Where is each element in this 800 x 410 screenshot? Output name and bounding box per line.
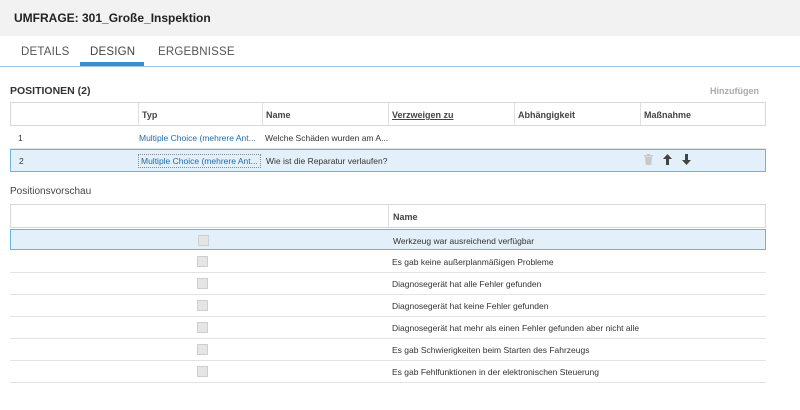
page-header: UMFRAGE: 301_Große_Inspektion: [0, 0, 800, 36]
list-item[interactable]: Diagnosegerät hat alle Fehler gefunden: [10, 273, 766, 295]
preview-table: Name Werkzeug war ausreichend verfügbar …: [10, 204, 766, 384]
option-label: Diagnosegerät hat mehr als einen Fehler …: [392, 323, 640, 333]
option-label: Diagnosegerät hat keine Fehler gefunden: [392, 301, 549, 311]
positions-header-row: Typ Name Verzweigen zu Abhängigkeit Maßn…: [10, 102, 766, 126]
row-type-link[interactable]: Multiple Choice (mehrere Ant...: [139, 133, 256, 143]
checkbox[interactable]: [197, 322, 208, 333]
list-item[interactable]: Es gab Schwierigkeiten beim Starten des …: [10, 339, 766, 361]
preview-title: Positionsvorschau: [10, 186, 92, 197]
tab-details[interactable]: DETAILS: [21, 46, 69, 58]
option-label: Es gab Fehlfunktionen in der elektronisc…: [392, 367, 599, 377]
row-name: Welche Schäden wurden am A...: [265, 133, 389, 143]
preview-header-row: Name: [10, 204, 766, 228]
table-row[interactable]: 1 Multiple Choice (mehrere Ant... Welche…: [10, 126, 766, 149]
checkbox[interactable]: [198, 235, 209, 246]
column-header-typ[interactable]: Typ: [142, 110, 157, 120]
positions-title: POSITIONEN (2): [10, 85, 91, 97]
tab-design[interactable]: DESIGN: [90, 46, 135, 58]
list-item-selected[interactable]: Werkzeug war ausreichend verfügbar: [10, 229, 766, 250]
list-item[interactable]: Es gab Fehlfunktionen in der elektronisc…: [10, 361, 766, 383]
table-row-selected[interactable]: 2 Multiple Choice (mehrere Ant... Wie is…: [10, 149, 766, 172]
checkbox[interactable]: [197, 344, 208, 355]
column-header-massnahme[interactable]: Maßnahme: [644, 110, 691, 120]
page-title: UMFRAGE: 301_Große_Inspektion: [14, 11, 211, 25]
option-label: Werkzeug war ausreichend verfügbar: [393, 236, 535, 246]
checkbox[interactable]: [197, 256, 208, 267]
column-header-verzweigen[interactable]: Verzweigen zu: [392, 110, 454, 120]
checkbox[interactable]: [197, 278, 208, 289]
column-header-abhaengigkeit[interactable]: Abhängigkeit: [518, 110, 575, 120]
positions-table: Typ Name Verzweigen zu Abhängigkeit Maßn…: [10, 102, 766, 174]
trash-icon: [644, 154, 653, 168]
list-item[interactable]: Es gab keine außerplanmäßigen Probleme: [10, 251, 766, 273]
column-header-name[interactable]: Name: [266, 110, 291, 120]
column-header-name[interactable]: Name: [393, 212, 418, 222]
tab-bar: DETAILS DESIGN ERGEBNISSE: [0, 36, 800, 67]
checkbox[interactable]: [197, 300, 208, 311]
row-name: Wie ist die Reparatur verlaufen?: [266, 156, 388, 166]
row-number: 2: [19, 156, 24, 166]
add-position-button[interactable]: Hinzufügen: [710, 86, 759, 96]
arrow-down-icon[interactable]: [682, 154, 691, 168]
list-item[interactable]: Diagnosegerät hat keine Fehler gefunden: [10, 295, 766, 317]
option-label: Diagnosegerät hat alle Fehler gefunden: [392, 279, 542, 289]
list-item[interactable]: Diagnosegerät hat mehr als einen Fehler …: [10, 317, 766, 339]
row-type-link[interactable]: Multiple Choice (mehrere Ant...: [138, 154, 261, 168]
option-label: Es gab Schwierigkeiten beim Starten des …: [392, 345, 590, 355]
checkbox[interactable]: [197, 366, 208, 377]
active-tab-indicator: [80, 62, 144, 66]
option-label: Es gab keine außerplanmäßigen Probleme: [392, 257, 554, 267]
arrow-up-icon[interactable]: [663, 154, 672, 168]
tab-ergebnisse[interactable]: ERGEBNISSE: [158, 46, 235, 58]
row-number: 1: [18, 133, 23, 143]
